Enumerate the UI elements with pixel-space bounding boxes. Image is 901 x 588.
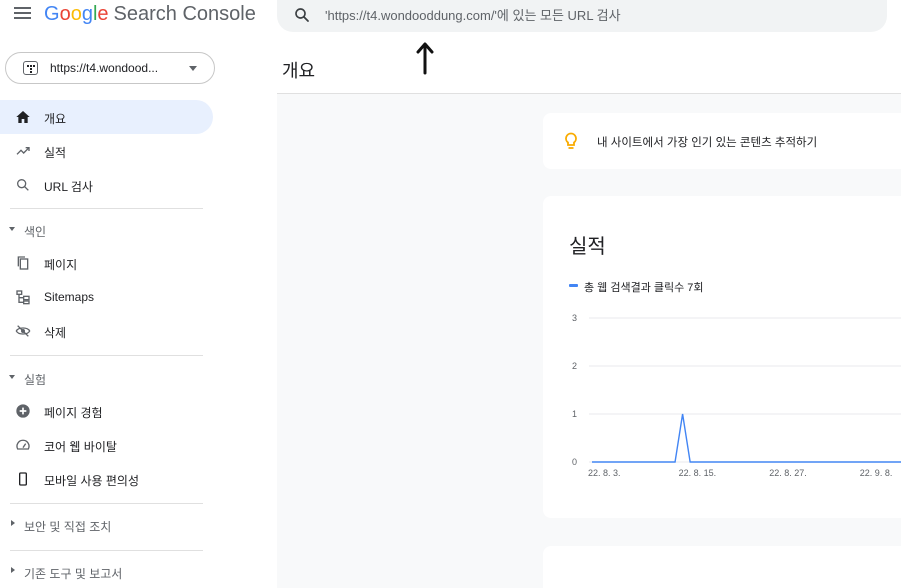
y-tick-label: 3 xyxy=(572,313,577,323)
sidebar-item-label: 페이지 경험 xyxy=(44,406,103,420)
lightbulb-icon xyxy=(565,132,577,149)
menu-icon-bar xyxy=(14,7,31,9)
section-label: 색인 xyxy=(24,225,47,239)
legend-swatch xyxy=(569,284,578,287)
sidebar-item-label: 코어 웹 바이탈 xyxy=(44,440,117,454)
sidebar-section-security[interactable]: 보안 및 직접 조치 xyxy=(0,513,213,537)
sidebar-item-mobile-usability[interactable]: 모바일 사용 편의성 xyxy=(0,462,213,496)
sidebar-section-experience[interactable]: 실험 xyxy=(0,366,213,390)
home-icon xyxy=(16,111,30,123)
page-title: 개요 xyxy=(282,61,316,81)
expand-more-icon xyxy=(11,520,15,526)
x-tick-label: 22. 8. 15. xyxy=(679,468,717,478)
tip-card[interactable]: 내 사이트에서 가장 인기 있는 콘텐츠 추적하기 xyxy=(543,113,901,169)
section-label: 기존 도구 및 보고서 xyxy=(24,567,123,581)
main-menu-button[interactable] xyxy=(10,3,36,25)
menu-icon-bar xyxy=(14,12,31,14)
clicks-line-chart: 0 1 2 3 22. 8. 3. 22. 8. 15. 22. 8. 27. 22. 9. … xyxy=(572,313,901,478)
property-label: https://t4.wondood... xyxy=(50,61,159,75)
google-search-console-logo[interactable]: Google Search Console xyxy=(44,2,256,26)
trending-up-icon xyxy=(16,147,30,155)
property-favicon-icon xyxy=(23,61,38,75)
sidebar-item-label: 실적 xyxy=(44,146,67,160)
next-card xyxy=(543,546,901,588)
speed-gauge-icon xyxy=(16,439,30,450)
url-inspection-search-bar[interactable] xyxy=(277,0,887,32)
sidebar-item-label: URL 검사 xyxy=(44,180,93,194)
top-app-bar: Google Search Console xyxy=(0,0,901,40)
sidebar-item-label: 삭제 xyxy=(44,326,67,340)
sidebar-section-indexing[interactable]: 색인 xyxy=(0,218,213,242)
sidebar-divider xyxy=(10,208,203,209)
expand-less-icon xyxy=(9,227,15,231)
sidebar-item-removals[interactable]: 삭제 xyxy=(0,314,213,348)
visibility-off-icon xyxy=(15,325,31,337)
sidebar-divider xyxy=(10,503,203,504)
sidebar-divider xyxy=(10,550,203,551)
logo-letter: G xyxy=(44,3,60,25)
add-circle-icon xyxy=(16,404,30,418)
sidebar-item-label: Sitemaps xyxy=(44,290,95,304)
sidebar-item-page-experience[interactable]: 페이지 경험 xyxy=(0,394,213,428)
sidebar-item-core-web-vitals[interactable]: 코어 웹 바이탈 xyxy=(0,428,213,462)
sidebar-nav: 개요 실적 URL 검사 색인 페이지 Sitemaps 삭제 실험 페이지 경… xyxy=(0,96,215,588)
x-tick-label: 22. 8. 3. xyxy=(588,468,621,478)
sidebar-item-label: 모바일 사용 편의성 xyxy=(44,474,139,488)
sidebar-item-overview[interactable]: 개요 xyxy=(0,100,213,134)
main-content: 개요 내 사이트에서 가장 인기 있는 콘텐츠 추적하기 실적 총 웹 검색결과… xyxy=(215,40,901,588)
menu-icon-bar xyxy=(14,17,31,19)
logo-letter: g xyxy=(81,3,93,25)
sidebar-item-url-inspection[interactable]: URL 검사 xyxy=(0,168,213,202)
y-tick-label: 1 xyxy=(572,409,577,419)
sidebar-item-label: 페이지 xyxy=(44,258,78,272)
performance-title: 실적 xyxy=(569,236,606,258)
smartphone-icon xyxy=(19,472,27,486)
y-tick-label: 0 xyxy=(572,457,577,467)
performance-card[interactable]: 실적 총 웹 검색결과 클릭수 7회 0 1 2 3 22. 8. 3. 22. 8. 1… xyxy=(543,196,901,518)
section-label: 실험 xyxy=(24,373,47,387)
legend-label: 총 웹 검색결과 클릭수 7회 xyxy=(584,282,704,294)
section-label: 보안 및 직접 조치 xyxy=(24,520,112,534)
sidebar-section-legacy-tools[interactable]: 기존 도구 및 보고서 xyxy=(0,560,213,584)
sidebar-item-label: 개요 xyxy=(44,112,67,126)
search-input[interactable] xyxy=(325,0,865,30)
tip-text: 내 사이트에서 가장 인기 있는 콘텐츠 추적하기 xyxy=(597,137,818,149)
sidebar-item-sitemaps[interactable]: Sitemaps xyxy=(0,280,213,314)
series-line-clicks xyxy=(592,413,901,463)
sidebar-divider xyxy=(10,355,203,356)
expand-more-icon xyxy=(11,567,15,573)
search-console-app: GoogleSearch Console https://t4.wondood.… xyxy=(0,0,901,588)
y-tick-label: 2 xyxy=(572,361,577,371)
logo-letter: o xyxy=(59,3,71,25)
logo-letter: e xyxy=(97,3,109,25)
logo-product-name: Search Console xyxy=(113,3,256,25)
x-tick-label: 22. 8. 27. xyxy=(769,468,807,478)
sidebar-item-pages[interactable]: 페이지 xyxy=(0,246,213,280)
search-icon[interactable] xyxy=(293,6,311,24)
property-selector[interactable]: https://t4.wondood... xyxy=(5,52,215,84)
dropdown-arrow-icon xyxy=(189,66,197,71)
x-tick-label: 22. 9. 8. xyxy=(860,468,893,478)
search-icon xyxy=(16,179,29,191)
sidebar-item-performance[interactable]: 실적 xyxy=(0,134,213,168)
logo-letter: o xyxy=(70,3,82,25)
sitemap-icon xyxy=(16,290,30,305)
expand-less-icon xyxy=(9,375,15,379)
pages-icon xyxy=(17,256,29,270)
up-arrow-annotation-icon xyxy=(416,42,434,75)
